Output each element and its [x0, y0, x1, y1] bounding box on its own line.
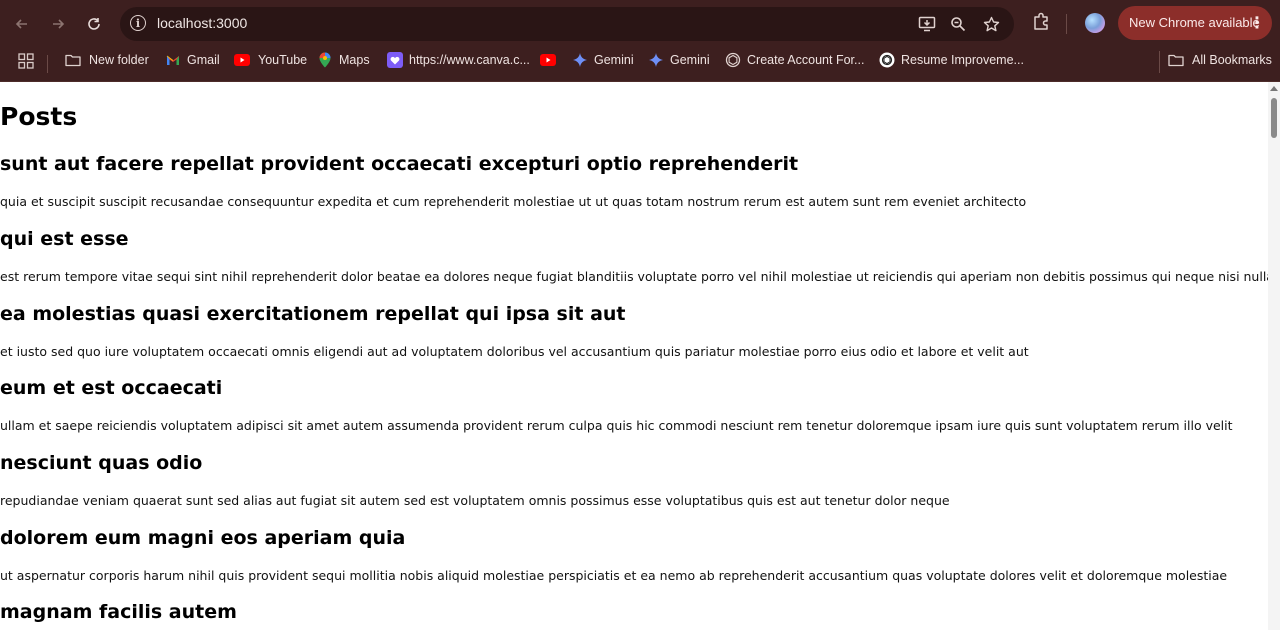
post-title: sunt aut facere repellat provident occae…	[0, 153, 799, 175]
forward-arrow-icon	[53, 19, 65, 29]
bookmark-label: Gemini	[670, 53, 710, 67]
post-body: quia et suscipit suscipit recusandae con…	[0, 194, 1027, 209]
bookmark-label: Gemini	[594, 53, 634, 67]
bookmarks-divider	[47, 55, 48, 73]
post-body: ut aspernatur corporis harum nihil quis …	[0, 568, 1228, 583]
scroll-up-arrow-icon[interactable]	[1270, 86, 1278, 91]
bookmark-gemini[interactable]: Gemini	[573, 49, 634, 71]
post-body: repudiandae veniam quaerat sunt sed alia…	[0, 493, 950, 508]
post-title: dolorem eum magni eos aperiam quia	[0, 527, 406, 549]
post-body: ullam et saepe reiciendis voluptatem adi…	[0, 418, 1233, 433]
post-title: magnam facilis autem	[0, 601, 237, 623]
bookmark-label: YouTube	[258, 53, 308, 67]
forward-button[interactable]	[45, 11, 71, 37]
toolbar-divider	[1066, 14, 1067, 34]
reload-button[interactable]	[81, 11, 107, 37]
bookmark-gmail[interactable]: Gmail	[166, 49, 220, 71]
gemini-icon	[573, 52, 587, 68]
install-app-icon[interactable]	[916, 13, 938, 35]
youtube-icon	[234, 52, 250, 68]
bookmark-youtube[interactable]: YouTube	[234, 49, 307, 71]
bookmark-youtube-2[interactable]	[540, 49, 564, 71]
all-bookmarks-divider	[1159, 51, 1160, 73]
address-bar-url[interactable]: localhost:3000	[157, 15, 247, 31]
post-body: est rerum tempore vitae sequi sint nihil…	[0, 269, 1268, 284]
apps-grid-icon[interactable]	[18, 53, 34, 69]
bookmark-label: Maps	[339, 53, 370, 67]
new-chrome-available-button[interactable]: New Chrome available ⋮	[1118, 6, 1272, 40]
page-viewport: Posts sunt aut facere repellat provident…	[0, 82, 1268, 630]
profile-avatar[interactable]	[1085, 13, 1105, 33]
back-button[interactable]	[9, 11, 35, 37]
canva-icon	[387, 52, 403, 68]
page-title: Posts	[0, 102, 78, 131]
bookmark-label: Gmail	[187, 53, 220, 67]
openai-icon	[879, 52, 895, 68]
browser-toolbar: i localhost:3000 New Chrome available ⋮	[0, 0, 1280, 47]
folder-icon	[1168, 52, 1184, 68]
extensions-puzzle-icon[interactable]	[1030, 11, 1054, 35]
openai-icon	[725, 52, 741, 68]
vertical-scrollbar[interactable]	[1268, 82, 1280, 630]
bookmark-label: All Bookmarks	[1192, 53, 1272, 67]
bookmark-new-folder[interactable]: New folder	[65, 49, 149, 71]
address-bar[interactable]: i localhost:3000	[120, 7, 1014, 41]
more-menu-icon[interactable]: ⋮	[1249, 13, 1265, 33]
bookmark-star-icon[interactable]	[980, 13, 1002, 35]
bookmark-label: Resume Improveme...	[901, 53, 1024, 67]
post-body: et iusto sed quo iure voluptatem occaeca…	[0, 344, 1029, 359]
back-arrow-icon	[15, 19, 27, 29]
bookmark-gemini-2[interactable]: Gemini	[649, 49, 710, 71]
post-title: nesciunt quas odio	[0, 452, 203, 474]
reload-icon	[88, 18, 100, 30]
bookmark-create-account[interactable]: Create Account For...	[725, 49, 864, 71]
post-title: eum et est occaecati	[0, 377, 223, 399]
zoom-icon[interactable]	[947, 13, 969, 35]
youtube-icon	[540, 52, 556, 68]
bookmark-label: Create Account For...	[747, 53, 865, 67]
post-title: ea molestias quasi exercitationem repell…	[0, 303, 626, 325]
gmail-icon	[166, 52, 180, 68]
bookmark-label: New folder	[89, 53, 149, 67]
scrollbar-thumb[interactable]	[1271, 98, 1277, 138]
bookmark-resume-improvement[interactable]: Resume Improveme...	[879, 49, 1024, 71]
bookmark-label: https://www.canva.c...	[409, 53, 530, 67]
bookmark-canva[interactable]: https://www.canva.c...	[387, 49, 530, 71]
folder-icon	[65, 52, 81, 68]
site-info-icon[interactable]: i	[130, 15, 146, 31]
all-bookmarks-button[interactable]: All Bookmarks	[1168, 49, 1272, 71]
post-title: qui est esse	[0, 228, 129, 250]
gemini-icon	[649, 52, 663, 68]
maps-icon	[318, 52, 331, 68]
update-label: New Chrome available	[1129, 15, 1260, 30]
bookmark-maps[interactable]: Maps	[318, 49, 370, 71]
